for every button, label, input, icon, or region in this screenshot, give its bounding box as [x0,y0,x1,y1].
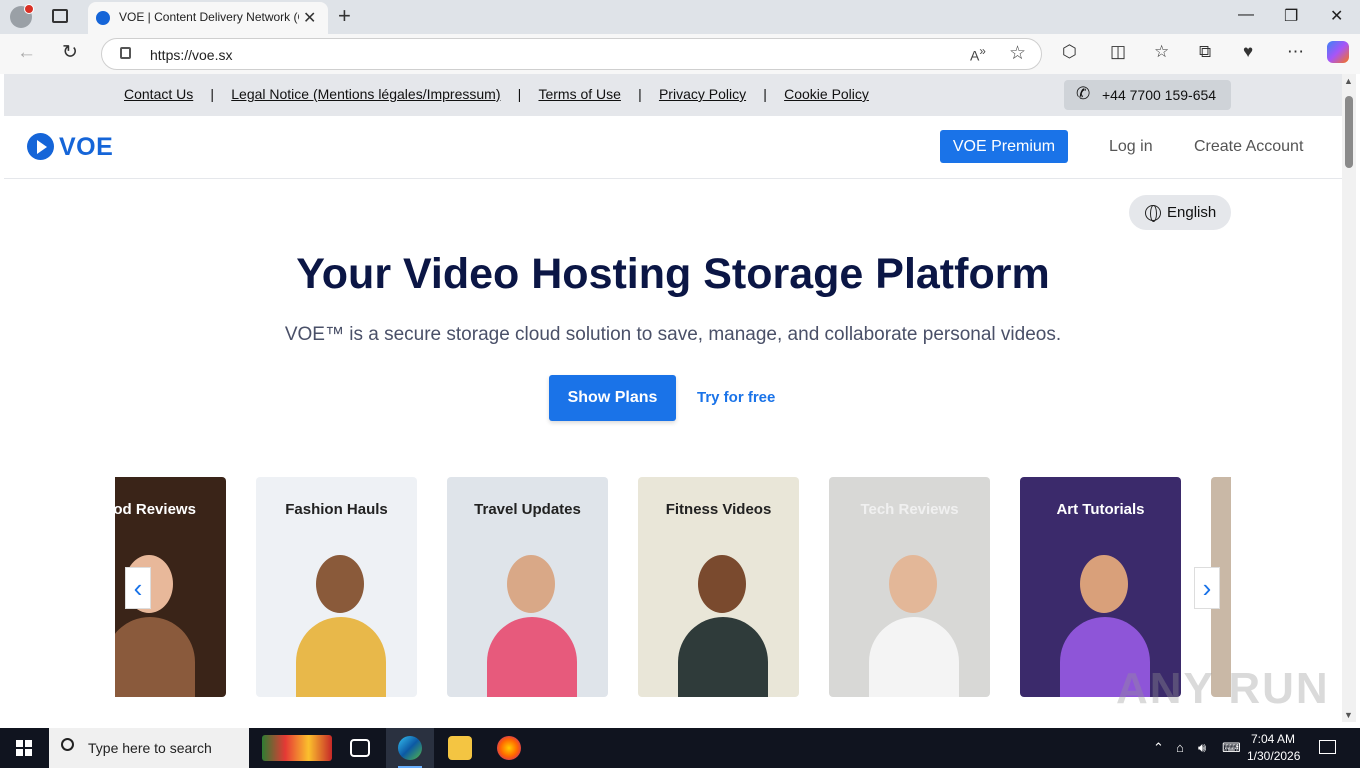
voe-favicon-icon [96,11,110,25]
profile-icon[interactable] [10,4,34,28]
search-icon [61,738,74,751]
browser-tab-bar: VOE | Content Delivery Network (CDN) ✕ +… [0,0,1360,34]
task-view-icon[interactable] [350,739,370,757]
carousel-next-icon[interactable]: › [1194,567,1220,609]
search-highlight-icon[interactable] [262,735,332,761]
create-account-link[interactable]: Create Account [1194,138,1303,156]
card-label: Fitness Videos [665,501,772,518]
legal-links: Contact Us | Legal Notice (Mentions légale… [124,86,869,102]
reload-icon[interactable]: ↻ [62,41,78,64]
card-photo-face [698,555,746,613]
extensions-icon[interactable]: ⬡ [1062,42,1077,62]
legal-notice-link[interactable]: Legal Notice (Mentions légales/Impressum… [231,86,500,102]
scroll-thumb[interactable] [1345,96,1353,168]
collections-icon[interactable]: ⧉ [1199,42,1211,62]
card-photo-person [115,617,195,697]
phone-icon: ✆ [1076,84,1091,103]
favorites-icon[interactable]: ☆ [1154,42,1169,62]
card-photo-face [507,555,555,613]
copilot-icon[interactable] [1327,41,1349,63]
taskbar-search[interactable]: Type here to search [49,728,249,768]
category-carousel: Food Reviews Fashion Hauls Travel Updates F… [115,477,1231,697]
voe-logo-icon[interactable] [27,133,54,160]
card-photo-person [487,617,577,697]
windows-start-icon[interactable] [16,740,32,756]
edge-taskbar-button[interactable] [386,728,434,768]
try-for-free-link[interactable]: Try for free [697,389,775,406]
page-viewport: Contact Us | Legal Notice (Mentions légale… [4,74,1342,722]
category-card[interactable]: Fitness Videos [638,477,799,697]
card-label: Art Tutorials [1056,501,1145,518]
browser-essentials-icon[interactable]: ♥ [1243,42,1253,62]
browser-tab-active[interactable]: VOE | Content Delivery Network (CDN) ✕ [88,2,328,34]
card-label: Vlogs [1211,501,1231,518]
card-photo-face [316,555,364,613]
split-screen-icon[interactable]: ◫ [1110,42,1126,62]
cookie-link[interactable]: Cookie Policy [784,86,869,102]
back-icon[interactable]: ← [17,42,36,64]
tab-title: VOE | Content Delivery Network (CDN) [119,10,299,24]
card-photo-person [869,617,959,697]
card-label: Food Reviews [115,501,196,518]
file-explorer-icon[interactable] [448,736,472,760]
show-plans-button[interactable]: Show Plans [549,375,676,421]
favorite-star-icon[interactable]: ☆ [1009,42,1026,65]
page-scrollbar[interactable]: ▲ ▼ [1342,74,1356,722]
card-photo-face [1080,555,1128,613]
minimize-icon[interactable]: — [1238,6,1254,24]
tray-chevron-icon[interactable]: ⌃ [1153,740,1164,756]
search-placeholder: Type here to search [88,740,212,756]
phone-button[interactable]: ✆ +44 7700 159-654 [1064,80,1231,110]
tab-close-icon[interactable]: ✕ [303,8,316,28]
card-label: Tech Reviews [860,501,959,518]
terms-link[interactable]: Terms of Use [538,86,620,102]
edge-icon [398,736,422,760]
close-window-icon[interactable]: ✕ [1330,6,1343,26]
privacy-link[interactable]: Privacy Policy [659,86,746,102]
firefox-icon[interactable] [497,736,521,760]
logo-text[interactable]: VOE [59,133,113,162]
hero-subtitle: VOE™ is a secure storage cloud solution … [284,324,1062,345]
language-selector[interactable]: English [1129,195,1231,230]
network-icon[interactable]: ⌂ [1176,740,1184,755]
card-photo-person [296,617,386,697]
voe-premium-button[interactable]: VOE Premium [940,130,1068,163]
input-indicator-icon[interactable]: ⌨︎ [1222,740,1241,756]
category-card[interactable]: Fashion Hauls [256,477,417,697]
url-text[interactable]: https://voe.sx [150,47,232,63]
notification-icon[interactable] [1319,740,1336,754]
phone-number: +44 7700 159-654 [1102,87,1217,103]
site-header: VOE VOE Premium Log in Create Account [4,116,1342,179]
scroll-down-icon[interactable]: ▼ [1344,710,1353,720]
category-card[interactable]: Tech Reviews [829,477,990,697]
windows-taskbar: Type here to search ⌃ ⌂ 🔊︎ ⌨︎ 7:04 AM 1/… [0,728,1360,768]
login-link[interactable]: Log in [1109,138,1153,156]
browser-toolbar: ← ↻ https://voe.sx A» ☆ ⬡ ◫ ☆ ⧉ ♥ ⋯ [0,34,1360,74]
site-info-icon[interactable] [120,47,131,59]
new-tab-icon[interactable]: + [338,3,351,29]
anyrun-watermark: ANY RUN [1116,664,1330,713]
contact-us-link[interactable]: Contact Us [124,86,193,102]
scroll-up-icon[interactable]: ▲ [1344,76,1353,86]
restore-icon[interactable]: ❐ [1284,6,1298,26]
hero-title: Your Video Hosting Storage Platform [296,250,1050,298]
address-bar[interactable]: https://voe.sx A» ☆ [101,38,1042,70]
card-label: Fashion Hauls [285,501,388,518]
volume-icon[interactable]: 🔊︎ [1198,740,1206,756]
read-aloud-icon[interactable]: A» [970,45,986,64]
card-label: Travel Updates [474,501,581,518]
globe-icon [1145,205,1161,222]
tab-actions-icon[interactable] [52,9,68,23]
utility-bar: Contact Us | Legal Notice (Mentions légale… [4,74,1342,116]
more-menu-icon[interactable]: ⋯ [1287,42,1304,62]
card-photo-face [889,555,937,613]
clock-time[interactable]: 7:04 AM [1251,732,1295,746]
carousel-prev-icon[interactable]: ‹ [125,567,151,609]
category-card[interactable]: Travel Updates [447,477,608,697]
card-photo-person [678,617,768,697]
clock-date[interactable]: 1/30/2026 [1247,749,1300,763]
language-label: English [1167,204,1217,221]
